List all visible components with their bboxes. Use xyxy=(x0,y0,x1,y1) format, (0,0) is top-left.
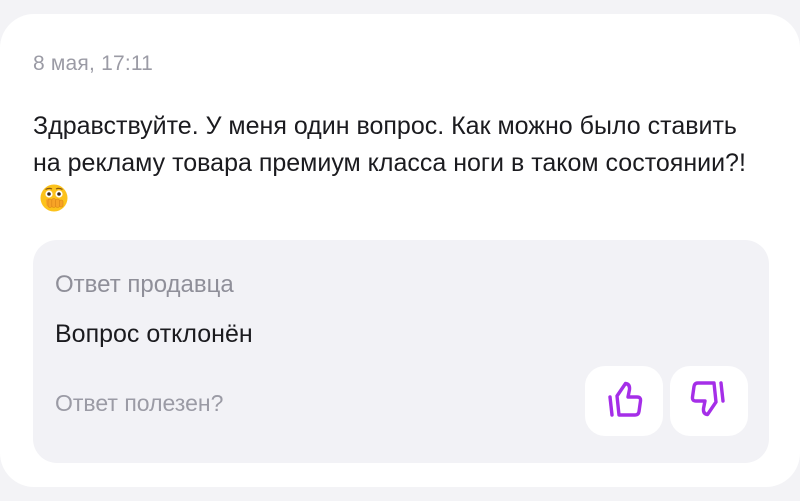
answer-title: Ответ продавца xyxy=(55,271,234,298)
thumbs-up-icon xyxy=(604,379,644,424)
question-date: 8 мая, 17:11 xyxy=(33,52,154,75)
helpful-question: Ответ полезен? xyxy=(55,390,224,416)
dislike-button[interactable] xyxy=(670,366,748,436)
question-card: 8 мая, 17:11 Здравствуйте. У меня один в… xyxy=(0,14,800,487)
question-text: Здравствуйте. У меня один вопрос. Как мо… xyxy=(33,112,746,177)
answer-text: Вопрос отклонён xyxy=(55,320,253,348)
like-button[interactable] xyxy=(585,366,663,436)
face-with-open-eyes-and-hand-over-mouth-icon xyxy=(39,183,69,213)
thumbs-down-icon xyxy=(689,379,729,424)
question-block: Здравствуйте. У меня один вопрос. Как мо… xyxy=(33,108,753,218)
seller-answer: Ответ продавца Вопрос отклонён Ответ пол… xyxy=(33,240,769,463)
